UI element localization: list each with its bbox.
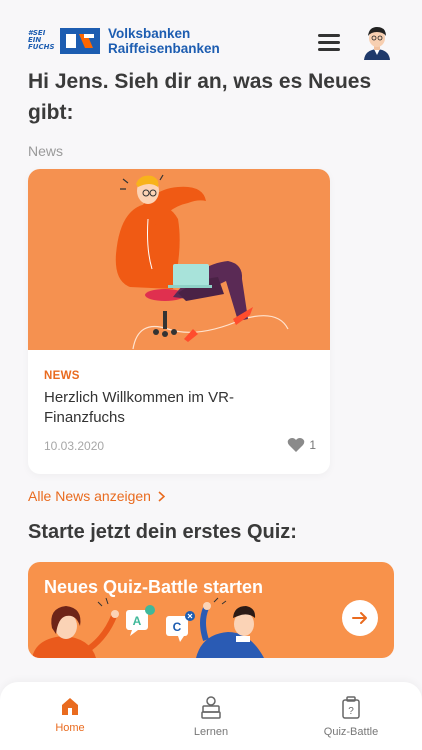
nav-label-home: Home	[55, 722, 85, 734]
new-quiz-battle-banner[interactable]: Neues Quiz-Battle starten A C	[28, 562, 394, 658]
vr-bank-logo-icon	[60, 28, 100, 54]
greeting-heading: Hi Jens. Sieh dir an, was es Neues gibt:	[28, 70, 372, 124]
app-header: #SEI EIN FUCHS Volksbanken Raiffeisenban…	[0, 0, 422, 70]
all-news-link[interactable]: Alle News anzeigen	[28, 488, 165, 504]
like-button[interactable]: 1	[287, 437, 316, 453]
nav-label-quiz-battle: Quiz-Battle	[323, 726, 379, 738]
quiz-card-icon: ?	[342, 696, 360, 719]
news-illustration	[28, 169, 330, 350]
brand-name: Volksbanken Raiffeisenbanken	[108, 26, 220, 56]
bubble-c-text: C	[173, 620, 182, 634]
brand-name-line2: Raiffeisenbanken	[108, 41, 220, 56]
heart-icon	[288, 438, 305, 452]
fuchs-logo-line: FUCHS	[28, 43, 55, 51]
hamburger-menu-icon[interactable]	[318, 34, 340, 52]
books-icon	[201, 696, 221, 719]
arrow-right-icon	[352, 612, 367, 624]
start-quiz-button[interactable]	[342, 600, 378, 636]
home-icon	[62, 698, 78, 715]
svg-text:?: ?	[348, 706, 354, 717]
news-section-label: News	[28, 143, 64, 159]
news-date: 10.03.2020	[44, 439, 105, 453]
quiz-heading: Starte jetzt dein erstes Quiz:	[28, 521, 297, 543]
nav-item-home[interactable]: Home	[30, 696, 110, 734]
nav-item-lernen[interactable]: Lernen	[171, 696, 251, 738]
like-count: 1	[309, 438, 316, 452]
chevron-right-icon	[158, 490, 165, 502]
all-news-label: Alle News anzeigen	[28, 488, 151, 504]
quiz-banner-title: Neues Quiz-Battle starten	[44, 577, 264, 597]
bottom-navigation: Home Lernen ? Quiz-Battle	[0, 682, 422, 750]
news-title: Herzlich Willkommen im VR-Finanzfuchs	[44, 389, 235, 426]
quiz-battle-illustration: A C	[32, 597, 264, 658]
bubble-a-text: A	[133, 614, 142, 628]
app-screen: #SEI EIN FUCHS Volksbanken Raiffeisenban…	[0, 0, 422, 750]
brand-name-line1: Volksbanken	[108, 26, 191, 41]
news-category-tag: NEWS	[44, 370, 80, 382]
nav-label-lernen: Lernen	[193, 726, 229, 738]
nav-item-quiz-battle[interactable]: ? Quiz-Battle	[311, 696, 391, 738]
user-avatar-icon[interactable]	[361, 24, 393, 60]
sei-ein-fuchs-logo: #SEI EIN FUCHS	[28, 30, 58, 54]
news-card[interactable]: NEWS Herzlich Willkommen im VR-Finanzfuc…	[28, 169, 330, 474]
